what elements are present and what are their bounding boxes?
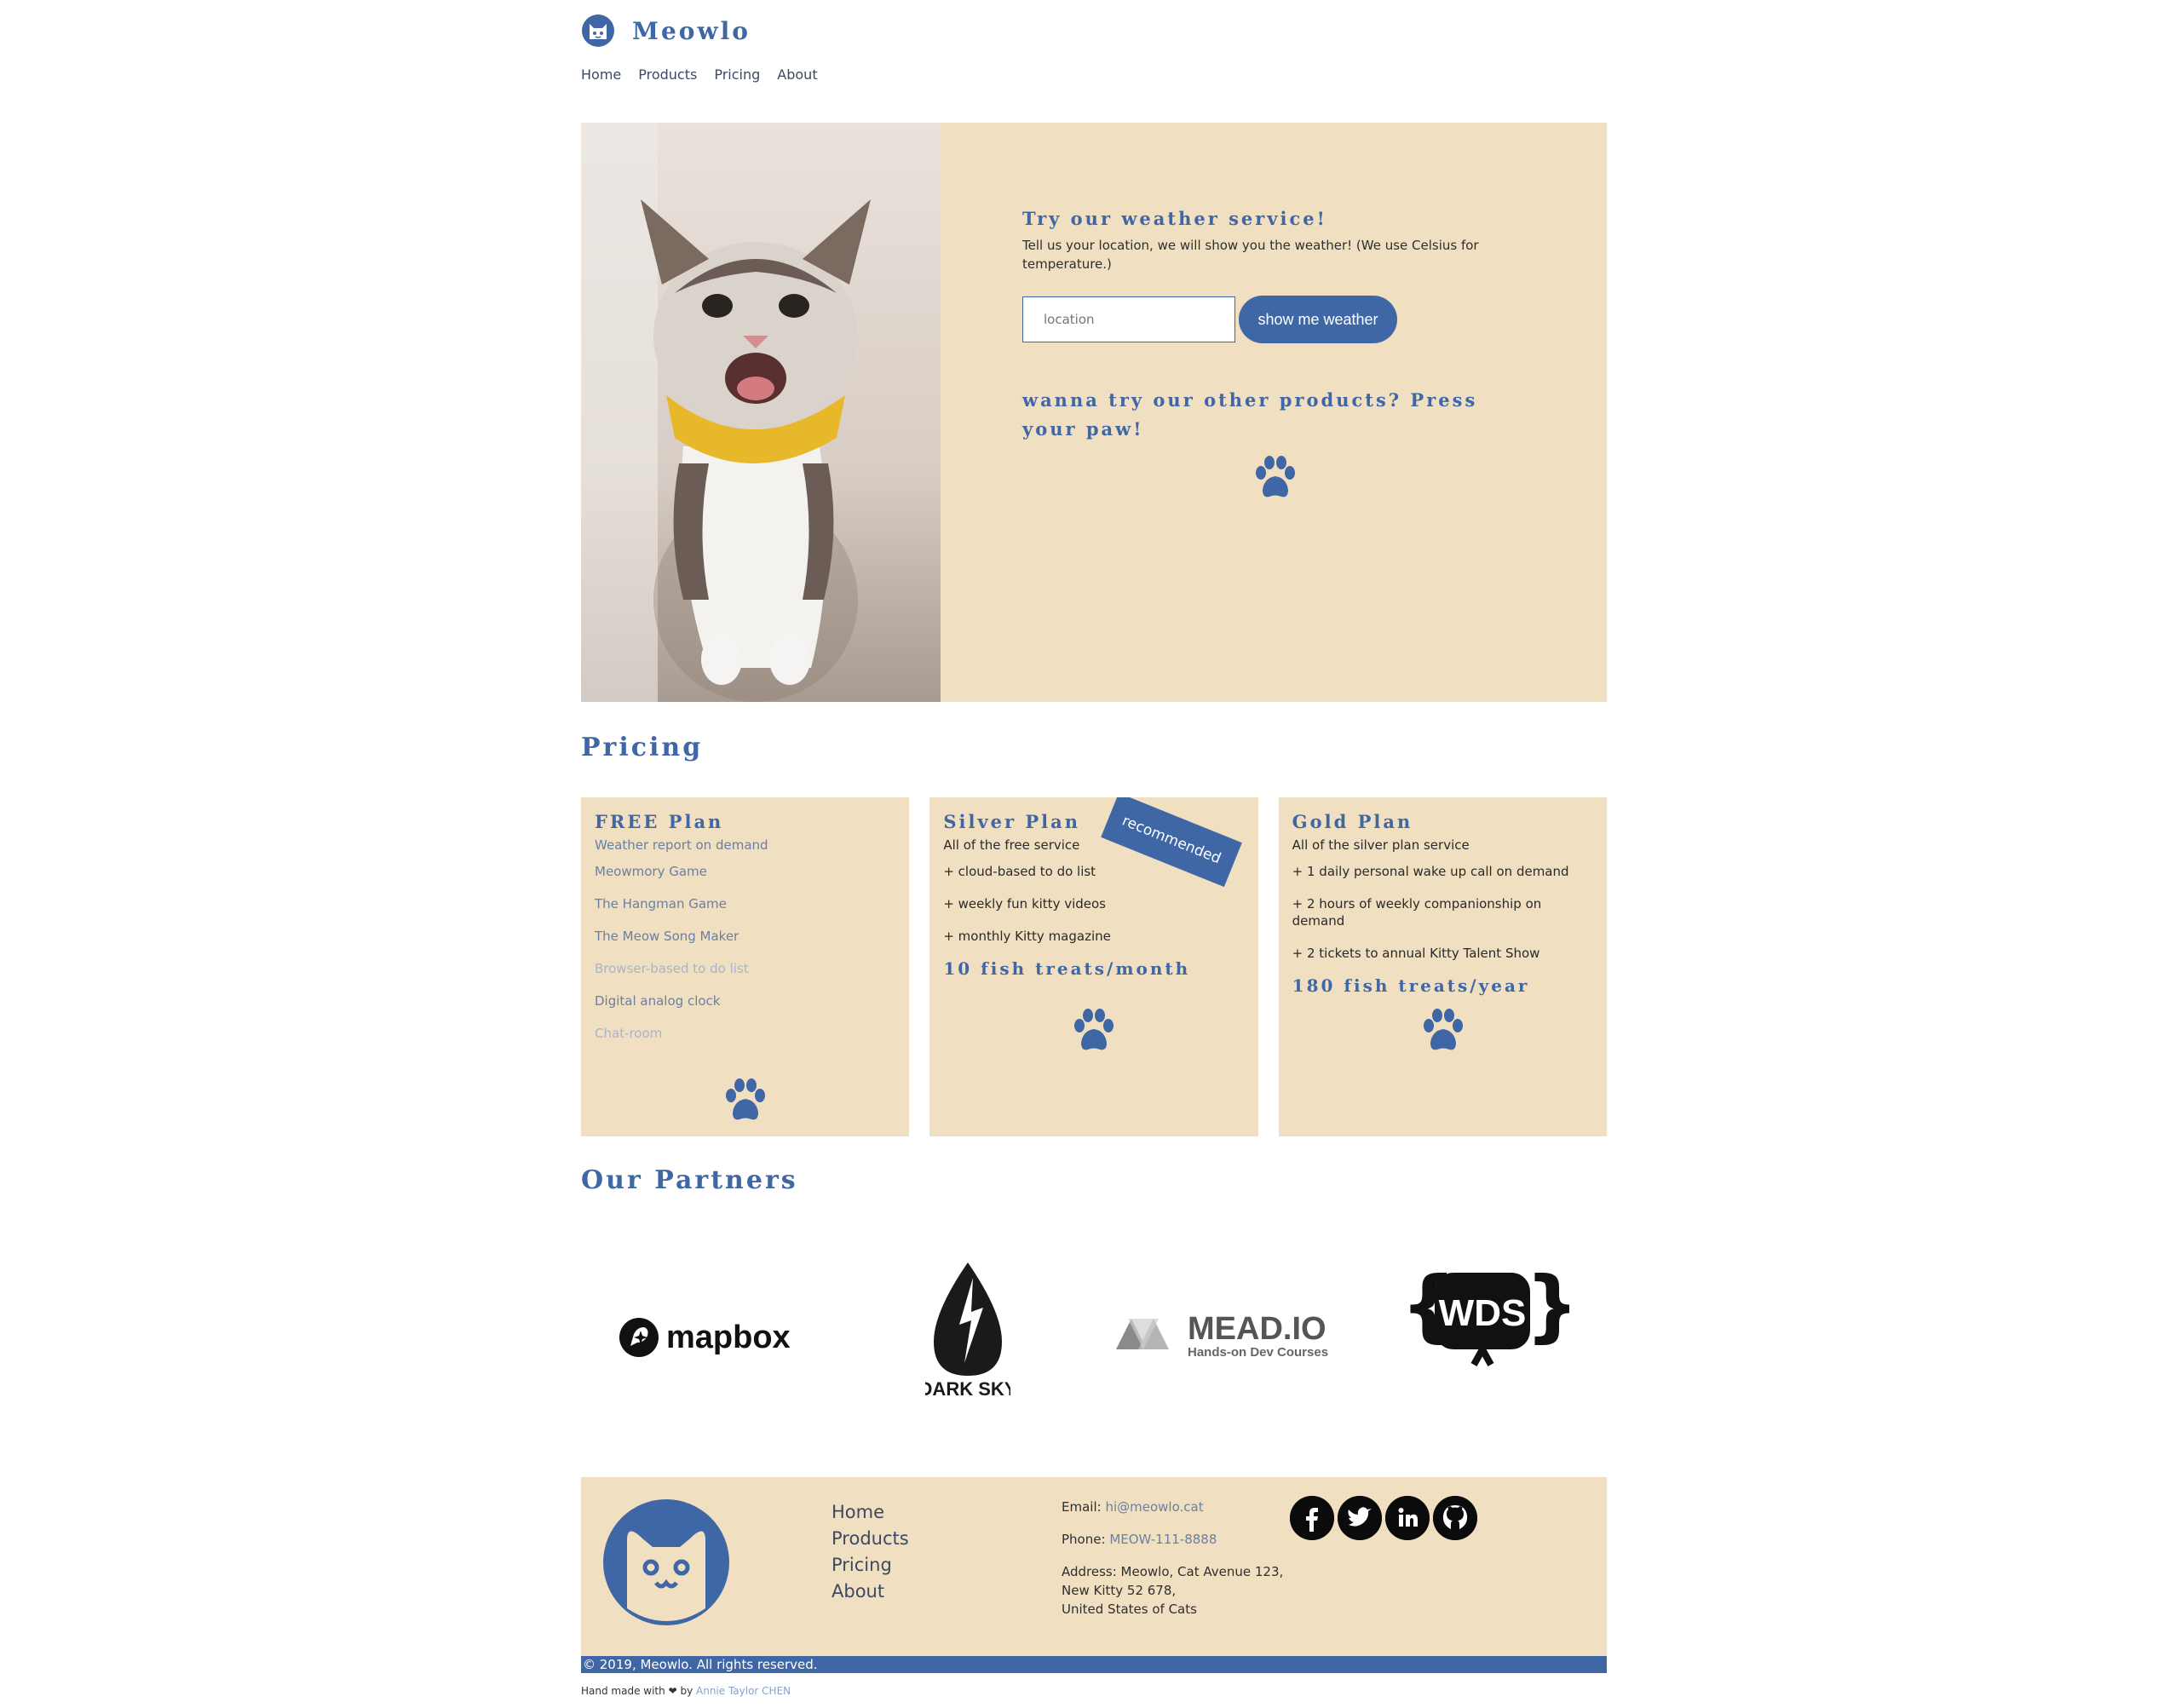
twitter-icon[interactable] bbox=[1338, 1496, 1382, 1540]
email-link[interactable]: hi@meowlo.cat bbox=[1105, 1499, 1203, 1515]
footer-nav-pricing[interactable]: Pricing bbox=[832, 1552, 909, 1579]
paw-icon[interactable] bbox=[1420, 1009, 1466, 1053]
plan-title: FREE Plan bbox=[595, 811, 724, 832]
nav-pricing[interactable]: Pricing bbox=[714, 66, 760, 83]
feature-link[interactable]: Digital analog clock bbox=[595, 992, 895, 1009]
show-weather-button[interactable]: show me weather bbox=[1239, 296, 1397, 343]
weather-form: show me weather bbox=[1022, 296, 1482, 343]
main-nav: Home Products Pricing About bbox=[581, 66, 1607, 83]
author-link[interactable]: Annie Taylor CHEN bbox=[696, 1685, 791, 1697]
social-links bbox=[1290, 1496, 1477, 1540]
credit-by: by bbox=[680, 1685, 693, 1697]
copyright-bar: © 2019, Meowlo. All rights reserved. bbox=[581, 1656, 1607, 1673]
footer-nav-products[interactable]: Products bbox=[832, 1526, 909, 1552]
github-icon[interactable] bbox=[1433, 1496, 1477, 1540]
plan-price: 180 fish treats/year bbox=[1292, 975, 1530, 996]
feature-link[interactable]: The Hangman Game bbox=[595, 895, 895, 912]
feature-item: + weekly fun kitty videos bbox=[943, 896, 1106, 912]
dark-sky-logo[interactable]: DARK SKY bbox=[919, 1261, 1017, 1400]
phone-link[interactable]: MEOW-111-8888 bbox=[1109, 1532, 1217, 1547]
weather-title: Try our weather service! bbox=[1022, 208, 1327, 229]
plan-features: Meowmory Game The Hangman Game The Meow … bbox=[595, 863, 895, 1042]
plan-features: + 1 daily personal wake up call on deman… bbox=[1292, 863, 1593, 962]
wds-text: WDS bbox=[1439, 1292, 1527, 1334]
plan-card-silver: recommended Silver Plan All of the free … bbox=[929, 797, 1258, 1136]
cat-photo bbox=[581, 123, 941, 702]
address-line: New Kitty 52 678, bbox=[1062, 1583, 1177, 1598]
facebook-icon[interactable] bbox=[1290, 1496, 1334, 1540]
dark-sky-text: DARK SKY bbox=[925, 1378, 1010, 1397]
site-footer: Home Products Pricing About Email: hi@me… bbox=[581, 1477, 1607, 1673]
partners-logos: mapbox DARK SKY MEAD.IO Hands-on Dev Cou… bbox=[581, 1252, 1607, 1406]
footer-nav-home[interactable]: Home bbox=[832, 1499, 909, 1526]
feature-link[interactable]: The Meow Song Maker bbox=[595, 928, 895, 945]
feature-link[interactable]: Chat-room bbox=[595, 1025, 895, 1042]
nav-home[interactable]: Home bbox=[581, 66, 621, 83]
pricing-plans: FREE Plan Weather report on demand Meowm… bbox=[581, 797, 1607, 1136]
partners-title: Our Partners bbox=[581, 1165, 798, 1195]
feature-link[interactable]: Browser-based to do list bbox=[595, 960, 895, 977]
credit-prefix: Hand made with bbox=[581, 1685, 665, 1697]
site-header: Meowlo Home Products Pricing About bbox=[581, 12, 1607, 89]
pricing-title: Pricing bbox=[581, 733, 704, 762]
paw-icon[interactable] bbox=[1071, 1009, 1117, 1053]
nav-products[interactable]: Products bbox=[638, 66, 697, 83]
paw-icon[interactable] bbox=[722, 1078, 768, 1123]
feature-link[interactable]: Meowmory Game bbox=[595, 863, 895, 880]
location-input[interactable] bbox=[1022, 296, 1235, 342]
linkedin-icon[interactable] bbox=[1385, 1496, 1430, 1540]
logo-link[interactable]: Meowlo bbox=[581, 12, 1607, 49]
cat-logo-icon bbox=[582, 14, 614, 47]
address: Address: Meowlo, Cat Avenue 123, New Kit… bbox=[1062, 1562, 1283, 1619]
mapbox-logo[interactable]: mapbox bbox=[619, 1312, 806, 1366]
wds-logo[interactable]: { } WDS bbox=[1399, 1260, 1581, 1395]
mead-io-logo[interactable]: MEAD.IO Hands-on Dev Courses bbox=[1113, 1303, 1343, 1366]
brand-name: Meowlo bbox=[632, 16, 751, 45]
hero-section: Try our weather service! Tell us your lo… bbox=[581, 123, 1607, 702]
footer-nav: Home Products Pricing About bbox=[832, 1499, 909, 1605]
address-line: Address: Meowlo, Cat Avenue 123, bbox=[1062, 1564, 1284, 1579]
phone-row: Phone: MEOW-111-8888 bbox=[1062, 1530, 1283, 1549]
feature-item: + monthly Kitty magazine bbox=[943, 929, 1111, 944]
plan-price: 10 fish treats/month bbox=[943, 958, 1191, 979]
credit-line: Hand made with ❤ by Annie Taylor CHEN bbox=[581, 1685, 1607, 1697]
mapbox-text: mapbox bbox=[666, 1320, 791, 1355]
contact-info: Email: hi@meowlo.cat Phone: MEOW-111-888… bbox=[1062, 1498, 1283, 1619]
plan-title: Gold Plan bbox=[1292, 811, 1413, 832]
products-prompt: wanna try our other products? Press your… bbox=[1022, 389, 1478, 440]
email-row: Email: hi@meowlo.cat bbox=[1062, 1498, 1283, 1516]
plan-subtitle[interactable]: Weather report on demand bbox=[595, 837, 895, 853]
plan-subtitle: All of the silver plan service bbox=[1292, 837, 1470, 853]
cat-logo-icon bbox=[603, 1499, 729, 1625]
heart-icon: ❤ bbox=[668, 1685, 677, 1697]
nav-about[interactable]: About bbox=[777, 66, 817, 83]
feature-item: + 1 daily personal wake up call on deman… bbox=[1292, 864, 1569, 879]
feature-item: + 2 tickets to annual Kitty Talent Show bbox=[1292, 946, 1540, 961]
plan-card-free: FREE Plan Weather report on demand Meowm… bbox=[581, 797, 910, 1136]
email-label: Email: bbox=[1062, 1499, 1102, 1515]
paw-icon[interactable] bbox=[1252, 456, 1298, 500]
address-line: United States of Cats bbox=[1062, 1602, 1197, 1617]
mead-io-text: MEAD.IO bbox=[1188, 1311, 1326, 1347]
footer-nav-about[interactable]: About bbox=[832, 1579, 909, 1605]
feature-item: + 2 hours of weekly companionship on dem… bbox=[1292, 896, 1542, 929]
mead-io-subtext: Hands-on Dev Courses bbox=[1188, 1345, 1328, 1360]
plan-card-gold: Gold Plan All of the silver plan service… bbox=[1278, 797, 1607, 1136]
phone-label: Phone: bbox=[1062, 1532, 1106, 1547]
svg-text:}: } bbox=[1525, 1264, 1569, 1351]
weather-description: Tell us your location, we will show you … bbox=[1022, 238, 1479, 272]
weather-panel: Try our weather service! Tell us your lo… bbox=[1022, 208, 1482, 503]
